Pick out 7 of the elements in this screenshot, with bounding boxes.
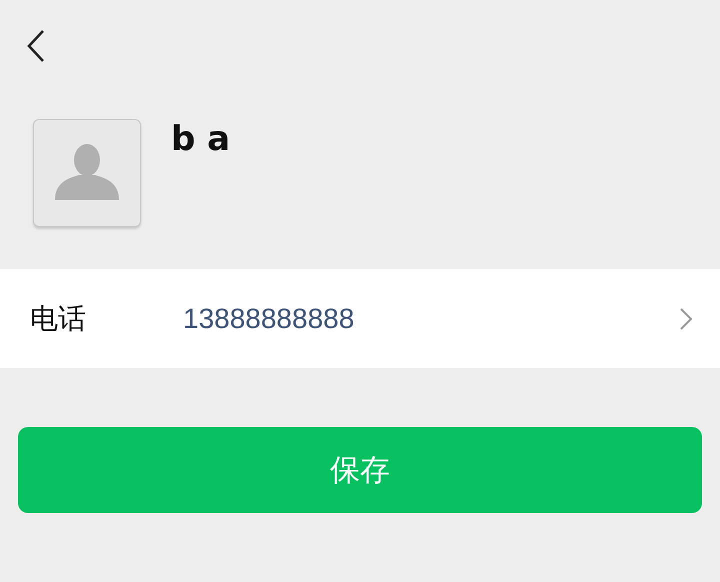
person-silhouette-icon (55, 144, 119, 200)
phone-row[interactable]: 电话 13888888888 (0, 269, 720, 368)
field-label: 电话 (30, 300, 87, 336)
back-icon[interactable] (26, 29, 46, 63)
field-value: 13888888888 (183, 302, 354, 334)
chevron-right-icon (680, 308, 692, 330)
contact-name: b a (171, 119, 230, 159)
